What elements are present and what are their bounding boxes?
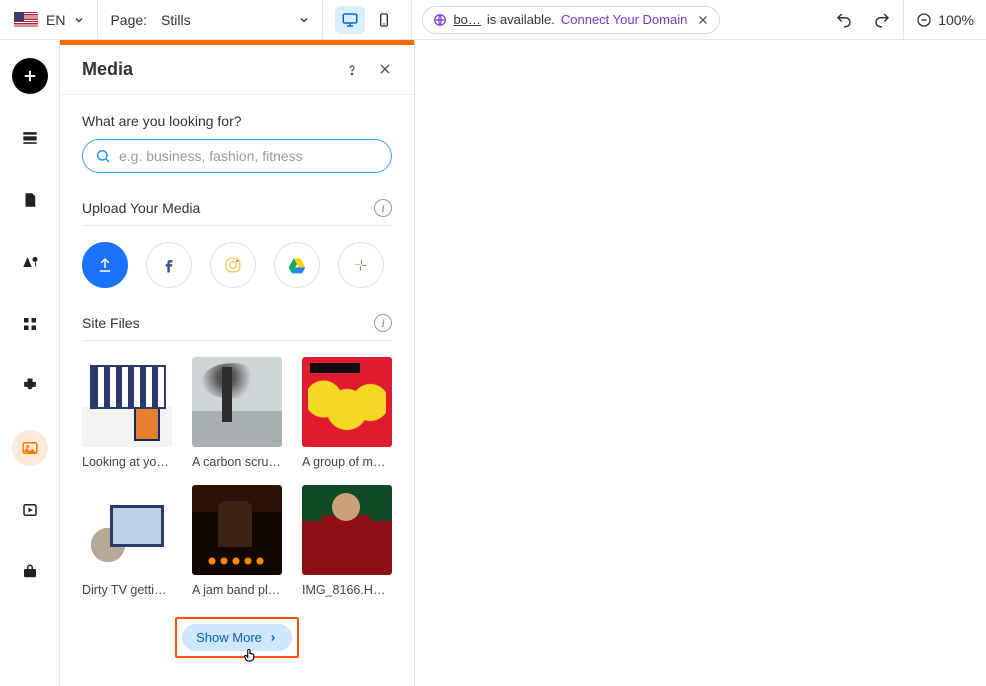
search-field-wrapper[interactable] — [82, 139, 392, 173]
chevron-down-icon — [298, 14, 310, 26]
media-panel-body[interactable]: What are you looking for? Upload Your Me… — [60, 95, 414, 682]
mobile-view-button[interactable] — [369, 6, 399, 34]
desktop-view-button[interactable] — [335, 6, 365, 34]
apps-button[interactable] — [12, 306, 48, 342]
file-item[interactable]: A group of m… — [302, 357, 392, 469]
domain-name: bo… — [453, 12, 480, 27]
business-button[interactable] — [12, 554, 48, 590]
file-thumbnail — [192, 357, 282, 447]
file-item[interactable]: A jam band pl… — [192, 485, 282, 597]
site-files-header: Site Files i — [82, 314, 392, 341]
show-more-highlight: Show More — [82, 617, 392, 658]
domain-available-text: is available. — [487, 12, 555, 27]
info-icon[interactable]: i — [374, 314, 392, 332]
history-controls — [823, 0, 904, 39]
sections-button[interactable] — [12, 120, 48, 156]
file-thumbnail — [192, 485, 282, 575]
file-caption: IMG_8166.HEIC — [302, 583, 392, 597]
content-button[interactable] — [12, 492, 48, 528]
annotation-box: Show More — [175, 617, 299, 658]
search-label: What are you looking for? — [82, 113, 392, 129]
file-thumbnail — [82, 357, 172, 447]
file-item[interactable]: Dirty TV getti… — [82, 485, 172, 597]
page-label: Page: — [110, 12, 147, 28]
search-icon — [95, 148, 111, 164]
page-name: Stills — [155, 12, 290, 28]
site-files-grid: Looking at yo… A carbon scru… A group of… — [82, 357, 392, 597]
file-caption: Dirty TV getti… — [82, 583, 172, 597]
upload-drive-button[interactable] — [274, 242, 320, 288]
show-more-button[interactable]: Show More — [182, 624, 292, 651]
file-item[interactable]: Looking at yo… — [82, 357, 172, 469]
upload-header-text: Upload Your Media — [82, 200, 200, 216]
top-toolbar: EN Page: Stills bo… is available. Connec… — [0, 0, 986, 40]
upload-facebook-button[interactable] — [146, 242, 192, 288]
upload-photos-button[interactable] — [338, 242, 384, 288]
language-selector[interactable]: EN — [0, 0, 98, 39]
flag-us-icon — [14, 12, 38, 28]
search-input[interactable] — [119, 148, 379, 164]
file-thumbnail — [302, 485, 392, 575]
show-more-label: Show More — [196, 630, 262, 645]
connect-domain-link[interactable]: Connect Your Domain — [561, 12, 687, 27]
cursor-hand-icon — [241, 646, 259, 664]
language-code: EN — [46, 12, 65, 28]
redo-button[interactable] — [873, 11, 891, 29]
file-thumbnail — [302, 357, 392, 447]
media-panel: Media What are you looking for? Upload Y… — [60, 40, 415, 686]
device-switcher — [323, 0, 412, 39]
help-button[interactable] — [344, 62, 360, 78]
close-panel-button[interactable] — [378, 62, 392, 78]
upload-sources-row — [82, 242, 392, 288]
chevron-down-icon — [73, 14, 85, 26]
theme-button[interactable] — [12, 244, 48, 280]
addons-button[interactable] — [12, 368, 48, 404]
zoom-out-icon — [916, 12, 932, 28]
file-caption: A carbon scru… — [192, 455, 282, 469]
domain-availability-pill[interactable]: bo… is available. Connect Your Domain — [422, 6, 720, 34]
globe-icon — [433, 13, 447, 27]
file-item[interactable]: IMG_8166.HEIC — [302, 485, 392, 597]
site-files-header-text: Site Files — [82, 315, 140, 331]
chevron-right-icon — [268, 633, 278, 643]
file-item[interactable]: A carbon scru… — [192, 357, 282, 469]
domain-banner-area: bo… is available. Connect Your Domain — [412, 0, 823, 39]
close-icon[interactable] — [697, 14, 709, 26]
zoom-control[interactable]: 100% — [904, 0, 986, 39]
panel-title: Media — [82, 59, 133, 80]
file-caption: Looking at yo… — [82, 455, 172, 469]
left-tool-rail — [0, 40, 60, 686]
page-selector[interactable]: Page: Stills — [98, 0, 323, 39]
media-panel-header: Media — [60, 45, 414, 95]
undo-button[interactable] — [835, 11, 853, 29]
editor-canvas[interactable] — [415, 40, 986, 686]
zoom-value: 100% — [938, 12, 974, 28]
file-caption: A group of m… — [302, 455, 392, 469]
add-element-button[interactable] — [12, 58, 48, 94]
file-caption: A jam band pl… — [192, 583, 282, 597]
upload-section-header: Upload Your Media i — [82, 199, 392, 226]
file-thumbnail — [82, 485, 172, 575]
info-icon[interactable]: i — [374, 199, 392, 217]
media-button[interactable] — [12, 430, 48, 466]
upload-device-button[interactable] — [82, 242, 128, 288]
upload-instagram-button[interactable] — [210, 242, 256, 288]
pages-button[interactable] — [12, 182, 48, 218]
workspace: Media What are you looking for? Upload Y… — [0, 40, 986, 686]
